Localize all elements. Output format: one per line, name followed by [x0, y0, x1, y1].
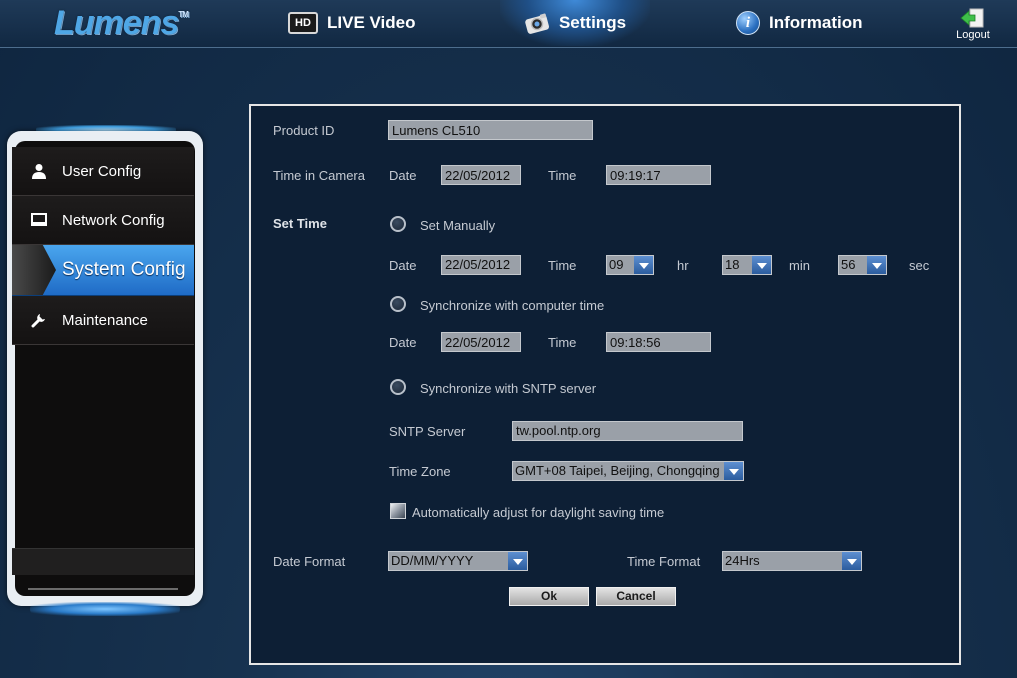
sidebar-item-maintenance[interactable]: Maintenance [12, 296, 194, 345]
second-select[interactable]: 56 [838, 255, 887, 275]
nav-information-label: Information [769, 13, 863, 32]
sidebar-item-system-config[interactable]: System Config [12, 245, 194, 296]
nav-live-video-label: LIVE Video [327, 13, 416, 32]
logo-trademark: TM [178, 10, 189, 19]
computer-time-field: 09:18:56 [606, 332, 711, 352]
minute-select-value: 18 [725, 257, 740, 272]
wrench-icon [26, 312, 52, 328]
nav-settings[interactable]: Settings [500, 0, 650, 46]
computer-time-label: Time [548, 335, 577, 350]
chevron-down-icon [752, 256, 771, 274]
logout-icon [960, 8, 986, 28]
sync-computer-label[interactable]: Synchronize with computer time [420, 298, 604, 313]
hour-unit-label: hr [677, 258, 689, 273]
chevron-down-icon [867, 256, 886, 274]
hour-select[interactable]: 09 [606, 255, 654, 275]
chevron-down-icon [842, 552, 861, 570]
active-arrow-indicator [12, 245, 56, 295]
product-id-field: Lumens CL510 [388, 120, 593, 140]
chevron-down-icon [508, 552, 527, 570]
ok-button[interactable]: Ok [509, 587, 589, 606]
device-bottom-glow [30, 602, 180, 616]
sntp-server-label: SNTP Server [389, 424, 466, 439]
logout-button[interactable]: Logout [952, 8, 994, 41]
logo-text: Lumens [54, 4, 179, 42]
nav-settings-label: Settings [558, 13, 627, 32]
camera-time-field: 09:19:17 [606, 165, 711, 185]
second-select-value: 56 [841, 257, 856, 272]
dst-checkbox[interactable] [390, 503, 406, 519]
time-zone-select[interactable]: GMT+08 Taipei, Beijing, Chongqing [512, 461, 744, 481]
sidebar-menu: User Config Network Config System Config… [12, 147, 194, 345]
product-id-label: Product ID [273, 123, 335, 138]
time-zone-label: Time Zone [389, 464, 451, 479]
system-config-panel: Product ID Lumens CL510 Time in Camera D… [249, 104, 961, 665]
set-manually-radio[interactable] [390, 216, 406, 232]
info-icon: i [736, 11, 760, 35]
sidebar-item-network-config[interactable]: Network Config [12, 196, 194, 245]
hd-icon: HD [288, 12, 318, 34]
user-icon [26, 163, 52, 179]
computer-date-label: Date [389, 335, 417, 350]
sidebar-item-user-config[interactable]: User Config [12, 147, 194, 196]
cancel-button[interactable]: Cancel [596, 587, 676, 606]
chevron-down-icon [724, 462, 743, 480]
sntp-server-input[interactable] [512, 421, 743, 441]
camera-date-field: 22/05/2012 [441, 165, 521, 185]
hour-select-value: 09 [609, 257, 624, 272]
chevron-down-icon [634, 256, 653, 274]
top-navigation-bar: LumensTM HD LIVE Video Settings i Inform… [0, 0, 1017, 48]
manual-date-input[interactable] [441, 255, 521, 275]
sidebar-item-label: System Config [62, 259, 186, 280]
time-in-camera-label: Time in Camera [273, 168, 365, 183]
sync-computer-radio[interactable] [390, 296, 406, 312]
nav-information[interactable]: i Information [736, 0, 863, 46]
logout-label: Logout [956, 29, 990, 41]
date-format-label: Date Format [273, 554, 346, 569]
sidebar-item-label: Maintenance [62, 311, 148, 329]
sync-sntp-radio[interactable] [390, 379, 406, 395]
manual-time-label: Time [548, 258, 577, 273]
set-manually-label[interactable]: Set Manually [420, 218, 495, 233]
sync-sntp-label[interactable]: Synchronize with SNTP server [420, 381, 596, 396]
manual-date-label: Date [389, 258, 417, 273]
time-format-select[interactable]: 24Hrs [722, 551, 862, 571]
nav-live-video[interactable]: HD LIVE Video [288, 0, 416, 46]
set-time-label: Set Time [273, 216, 327, 231]
second-unit-label: sec [909, 258, 930, 273]
camera-date-label: Date [389, 168, 417, 183]
sidebar-home-indicator [28, 588, 178, 590]
time-format-value: 24Hrs [725, 553, 760, 568]
date-format-value: DD/MM/YYYY [391, 553, 474, 568]
camera-icon [524, 11, 550, 35]
date-format-select[interactable]: DD/MM/YYYY [388, 551, 528, 571]
camera-time-label: Time [548, 168, 577, 183]
sidebar-item-label: Network Config [62, 211, 165, 229]
minute-select[interactable]: 18 [722, 255, 772, 275]
lumens-logo: LumensTM [54, 4, 189, 43]
time-zone-value: GMT+08 Taipei, Beijing, Chongqing [515, 463, 720, 478]
time-format-label: Time Format [627, 554, 701, 569]
monitor-icon [26, 213, 52, 227]
sidebar-item-label: User Config [62, 162, 142, 180]
computer-date-field: 22/05/2012 [441, 332, 521, 352]
dst-label[interactable]: Automatically adjust for daylight saving… [412, 505, 664, 520]
sidebar-footer-bar [12, 548, 194, 575]
minute-unit-label: min [789, 258, 810, 273]
